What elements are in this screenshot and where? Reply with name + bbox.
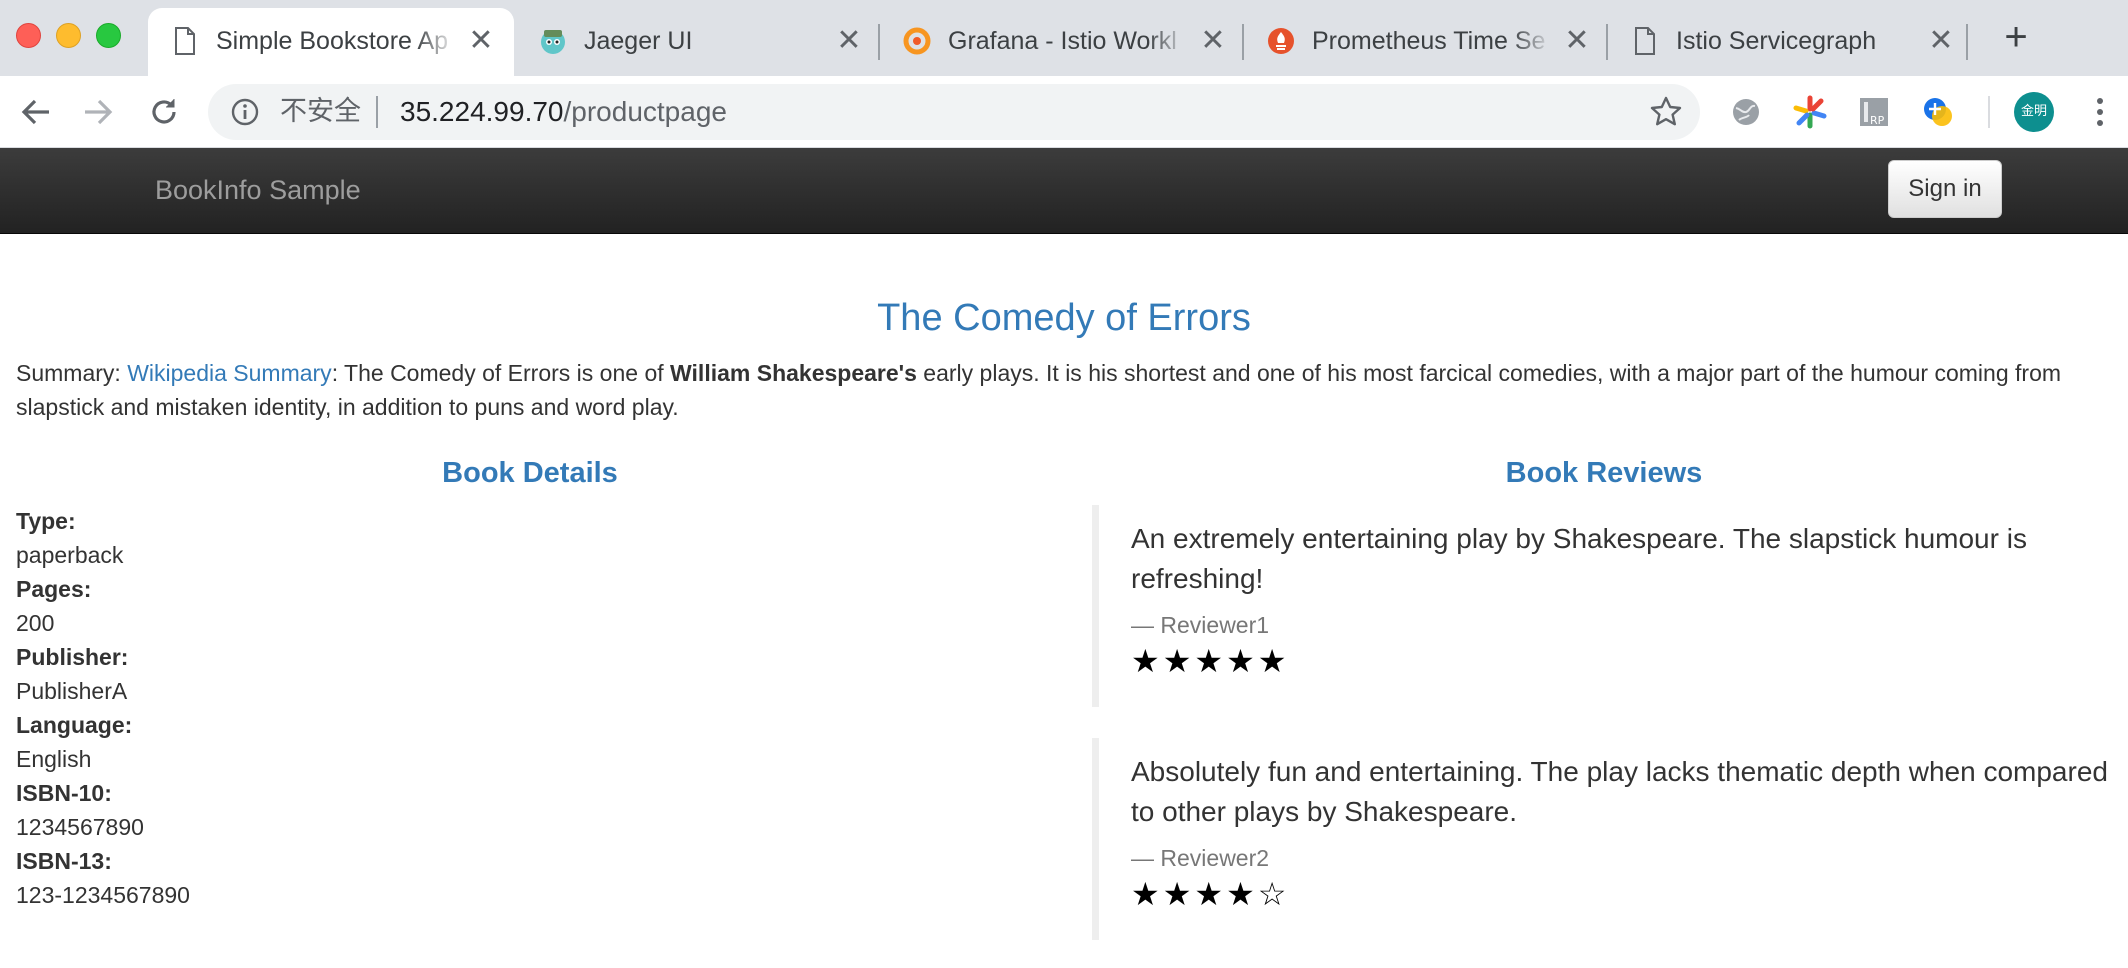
arrow-right-icon (85, 99, 113, 125)
tab-title-fade (416, 26, 456, 56)
translate-extension-icon[interactable] (1920, 94, 1956, 130)
tab-title: Simple Bookstore Ap (216, 26, 456, 56)
reviewer-name: — Reviewer2 (1131, 845, 1270, 871)
rp-extension-icon[interactable]: RP (1856, 94, 1892, 130)
book-reviews-heading: Book Reviews (1505, 457, 1703, 489)
tab-istio-servicegraph[interactable]: Istio Servicegraph ✕ (1608, 8, 1974, 76)
close-tab-icon[interactable]: ✕ (1926, 26, 1956, 56)
info-icon[interactable] (230, 97, 260, 127)
summary-prefix: Summary: (16, 360, 128, 386)
reviewer-name: — Reviewer1 (1131, 612, 1270, 638)
review-text: An extremely entertaining play by Shakes… (1131, 523, 2027, 594)
detail-label-isbn13: ISBN-13: (16, 848, 112, 874)
minimize-window-button[interactable] (56, 23, 81, 48)
tab-prometheus[interactable]: Prometheus Time Se ✕ (1244, 8, 1610, 76)
arrow-left-icon (21, 99, 49, 125)
close-window-button[interactable] (16, 23, 41, 48)
brand-link[interactable]: BookInfo Sample (155, 173, 361, 207)
bookmark-star-icon[interactable] (1648, 94, 1684, 130)
grafana-icon (902, 26, 932, 56)
tab-strip: Simple Bookstore Ap ✕ Jaeger UI ✕ Grafan… (0, 0, 2128, 76)
review-text: Absolutely fun and entertaining. The pla… (1131, 756, 2108, 827)
browser-toolbar: 不安全 35.224.99.70/productpage RP 金明 (0, 76, 2128, 148)
wikipedia-summary-link[interactable]: Wikipedia Summary (127, 360, 332, 386)
detail-value-publisher: PublisherA (16, 678, 128, 704)
maximize-window-button[interactable] (96, 23, 121, 48)
url-host: 35.224.99.70 (400, 96, 564, 127)
page-title: The Comedy of Errors (877, 297, 1251, 339)
tab-title-fade (1512, 26, 1552, 56)
star-rating: ★★★★☆ (1131, 875, 1290, 913)
detail-label-type: Type: (16, 508, 76, 534)
tab-simple-bookstore[interactable]: Simple Bookstore Ap ✕ (148, 8, 514, 76)
tab-title: Istio Servicegraph (1676, 26, 1916, 56)
review-1: An extremely entertaining play by Shakes… (1092, 505, 2122, 707)
back-button[interactable] (12, 88, 60, 136)
globe-extension-icon[interactable] (1728, 94, 1764, 130)
detail-label-language: Language: (16, 712, 133, 738)
page-icon (1630, 26, 1660, 56)
detail-label-isbn10: ISBN-10: (16, 780, 112, 806)
detail-value-pages: 200 (16, 610, 55, 636)
summary-author: William Shakespeare's (670, 360, 917, 386)
toolbar-divider (1988, 96, 1990, 128)
review-2: Absolutely fun and entertaining. The pla… (1092, 738, 2122, 940)
site-navbar: BookInfo Sample Sign in (0, 148, 2128, 234)
forward-button[interactable] (74, 88, 122, 136)
detail-label-pages: Pages: (16, 576, 92, 602)
tab-title: Jaeger UI (584, 26, 824, 56)
book-summary: Summary: Wikipedia Summary: The Comedy o… (16, 356, 2116, 424)
book-details-heading: Book Details (442, 457, 618, 489)
jaeger-icon (538, 26, 568, 56)
tab-title-fade (1876, 26, 1916, 56)
profile-avatar[interactable]: 金明 (2014, 92, 2054, 132)
close-tab-icon[interactable]: ✕ (466, 26, 496, 56)
book-details-list: Type: paperback Pages: 200 Publisher: Pu… (16, 505, 716, 913)
omnibox-divider (376, 96, 378, 128)
close-tab-icon[interactable]: ✕ (1562, 26, 1592, 56)
url-path: /productpage (563, 96, 727, 127)
more-menu-icon[interactable] (2086, 94, 2114, 130)
tab-jaeger[interactable]: Jaeger UI ✕ (516, 8, 882, 76)
page-icon (170, 26, 200, 56)
prometheus-icon (1266, 26, 1296, 56)
new-tab-button[interactable]: + (1996, 17, 2036, 58)
tab-title: Prometheus Time Se (1312, 26, 1552, 56)
reload-button[interactable] (140, 88, 188, 136)
tab-title-fade (1148, 26, 1188, 56)
address-bar[interactable]: 不安全 35.224.99.70/productpage (208, 84, 1700, 140)
tab-title: Grafana - Istio Workl (948, 26, 1188, 56)
sign-in-button[interactable]: Sign in (1888, 160, 2002, 218)
url-text[interactable]: 35.224.99.70/productpage (400, 96, 727, 128)
reload-icon (152, 99, 176, 124)
detail-value-language: English (16, 746, 92, 772)
star-rating: ★★★★★ (1131, 642, 1290, 680)
tab-separator (1966, 24, 1968, 60)
not-secure-label: 不安全 (280, 96, 361, 127)
asterisk-extension-icon[interactable] (1792, 94, 1828, 130)
tab-title-fade (784, 26, 824, 56)
tab-grafana[interactable]: Grafana - Istio Workl ✕ (880, 8, 1246, 76)
summary-text-1: : The Comedy of Errors is one of (331, 360, 671, 386)
svg-text:RP: RP (1870, 114, 1885, 127)
detail-value-type: paperback (16, 542, 124, 568)
detail-value-isbn13: 123-1234567890 (16, 882, 190, 908)
detail-label-publisher: Publisher: (16, 644, 129, 670)
detail-value-isbn10: 1234567890 (16, 814, 144, 840)
close-tab-icon[interactable]: ✕ (834, 26, 864, 56)
close-tab-icon[interactable]: ✕ (1198, 26, 1228, 56)
